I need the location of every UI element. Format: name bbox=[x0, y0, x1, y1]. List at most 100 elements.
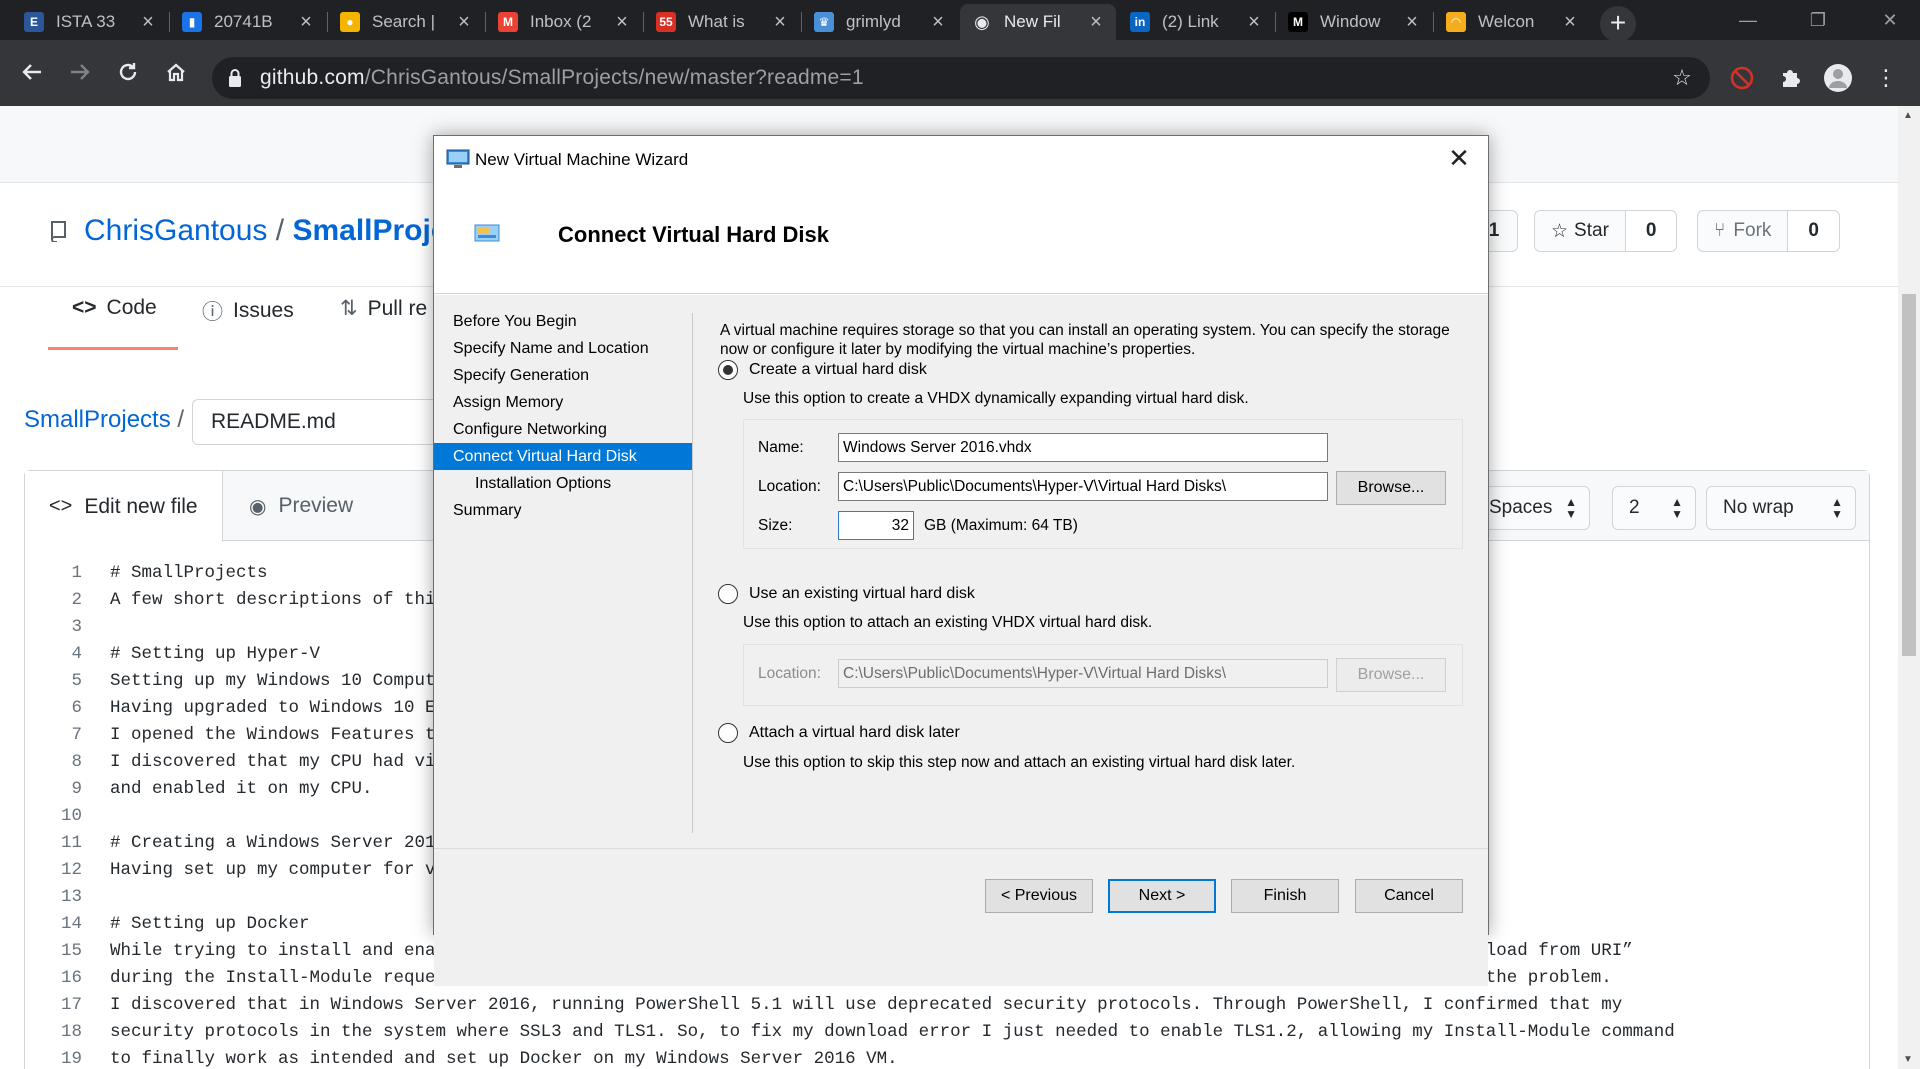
line-number: 10 bbox=[60, 806, 82, 826]
browser-tab[interactable]: E ISTA 33 × bbox=[12, 4, 168, 40]
browser-tab[interactable]: ◠ Welcon × bbox=[1434, 4, 1590, 40]
line-number: 11 bbox=[60, 833, 82, 853]
tab-issues[interactable]: ⓘ Issues bbox=[202, 296, 294, 326]
indent-size-select[interactable]: 2 ▲ ▼ bbox=[1612, 486, 1696, 530]
code-line[interactable]: 17 I discovered that in Windows Server 20… bbox=[44, 992, 1864, 1019]
previous-button[interactable]: < Previous bbox=[985, 879, 1093, 913]
tab-close-icon[interactable]: × bbox=[770, 11, 790, 34]
profile-avatar[interactable] bbox=[1822, 62, 1854, 94]
code-line[interactable]: 19 to finally work as intended and set up… bbox=[44, 1046, 1864, 1069]
finish-button[interactable]: Finish bbox=[1231, 879, 1339, 913]
radio-attach-later[interactable]: Attach a virtual hard disk later bbox=[718, 723, 960, 743]
browser-tab[interactable]: ♛ grimlyd × bbox=[802, 4, 958, 40]
tab-close-icon[interactable]: × bbox=[454, 11, 474, 34]
tab-code[interactable]: <> Code bbox=[72, 296, 157, 320]
tab-close-icon[interactable]: × bbox=[296, 11, 316, 34]
code-line[interactable]: 18 security protocols in the system where… bbox=[44, 1019, 1864, 1046]
line-text: Having upgraded to Windows 10 Edu bbox=[110, 698, 457, 718]
wizard-body: Before You Begin Specify Name and Locatio… bbox=[434, 295, 1488, 986]
wizard-step[interactable]: Before You Begin bbox=[434, 308, 692, 335]
tab-edit-file[interactable]: <> Edit new file bbox=[25, 471, 223, 542]
star-count[interactable]: 0 bbox=[1624, 211, 1677, 251]
radio-button[interactable] bbox=[718, 584, 738, 604]
tab-issues-label: Issues bbox=[233, 299, 294, 322]
attach-later-description: Use this option to skip this step now an… bbox=[743, 754, 1296, 771]
vhd-location-input[interactable] bbox=[838, 472, 1328, 501]
browser-tab[interactable]: M Inbox (2 × bbox=[486, 4, 642, 40]
cancel-button[interactable]: Cancel bbox=[1355, 879, 1463, 913]
wizard-step[interactable]: Specify Generation bbox=[434, 362, 692, 389]
wizard-step[interactable]: Connect Virtual Hard Disk bbox=[434, 443, 692, 470]
watch-count-value: 1 bbox=[1488, 220, 1500, 241]
vhd-name-input[interactable] bbox=[838, 433, 1328, 462]
browser-tab[interactable]: 55 What is × bbox=[644, 4, 800, 40]
dialog-titlebar[interactable]: New Virtual Machine Wizard ✕ bbox=[434, 136, 1488, 182]
filename-input[interactable] bbox=[192, 399, 452, 445]
tab-close-icon[interactable]: × bbox=[1560, 11, 1580, 34]
wizard-header: Connect Virtual Hard Disk bbox=[434, 182, 1488, 294]
browse-button[interactable]: Browse... bbox=[1336, 471, 1446, 505]
minimize-icon[interactable]: — bbox=[1720, 0, 1776, 40]
wizard-step[interactable]: Assign Memory bbox=[434, 389, 692, 416]
close-icon[interactable]: ✕ bbox=[1444, 144, 1474, 174]
tab-close-icon[interactable]: × bbox=[612, 11, 632, 34]
existing-browse-button[interactable]: Browse... bbox=[1336, 658, 1446, 692]
close-window-icon[interactable]: ✕ bbox=[1862, 0, 1918, 40]
radio-create-vhd[interactable]: Create a virtual hard disk bbox=[718, 360, 927, 380]
breadcrumb-repo-link[interactable]: SmallProjects bbox=[24, 406, 171, 433]
radio-existing-vhd[interactable]: Use an existing virtual hard disk bbox=[718, 584, 975, 604]
tab-close-icon[interactable]: × bbox=[1086, 11, 1106, 34]
fork-button[interactable]: ⑂ Fork 0 bbox=[1697, 210, 1840, 252]
page-scrollbar[interactable]: ▲ ▼ bbox=[1898, 106, 1920, 1069]
line-text: I discovered that in Windows Server 2016… bbox=[110, 995, 1623, 1015]
tab-preview[interactable]: ◉ Preview bbox=[225, 471, 377, 541]
create-vhd-group: Name: Location: Browse... Size: GB (Maxi… bbox=[743, 419, 1463, 549]
back-icon[interactable] bbox=[14, 54, 50, 90]
wizard-step[interactable]: Installation Options bbox=[434, 470, 692, 497]
fork-count[interactable]: 0 bbox=[1787, 211, 1839, 251]
line-number: 9 bbox=[71, 779, 82, 799]
forward-icon[interactable] bbox=[62, 54, 98, 90]
tab-close-icon[interactable]: × bbox=[138, 11, 158, 34]
url-text[interactable]: github.com/ChrisGantous/SmallProjects/ne… bbox=[260, 66, 864, 90]
line-number: 16 bbox=[60, 968, 82, 988]
browser-tab[interactable]: ▮ 20741B × bbox=[170, 4, 326, 40]
tab-close-icon[interactable]: × bbox=[928, 11, 948, 34]
bookmark-star-icon[interactable]: ☆ bbox=[1666, 62, 1698, 94]
browser-menu-icon[interactable]: ⋮ bbox=[1870, 62, 1902, 94]
repo-owner-link[interactable]: ChrisGantous bbox=[84, 214, 267, 247]
wizard-step[interactable]: Summary bbox=[434, 497, 692, 524]
star-button[interactable]: ☆ Star 0 bbox=[1534, 210, 1678, 252]
existing-location-input[interactable] bbox=[838, 659, 1328, 688]
browser-tab[interactable]: ◉ New Fil × bbox=[960, 4, 1116, 40]
tab-close-icon[interactable]: × bbox=[1244, 11, 1264, 34]
wizard-step[interactable]: Configure Networking bbox=[434, 416, 692, 443]
scrollbar-thumb[interactable] bbox=[1902, 294, 1916, 656]
radio-button[interactable] bbox=[718, 723, 738, 743]
tab-pull-requests[interactable]: ⇅ Pull re bbox=[340, 296, 427, 321]
vhd-size-input[interactable] bbox=[838, 511, 914, 540]
wrap-mode-select[interactable]: No wrap ▲ ▼ bbox=[1706, 486, 1856, 530]
tab-title: (2) Link bbox=[1162, 12, 1219, 31]
select-arrows-icon: ▲ ▼ bbox=[1565, 495, 1577, 521]
browser-tab[interactable]: in (2) Link × bbox=[1118, 4, 1274, 40]
tab-close-icon[interactable]: × bbox=[1402, 11, 1422, 34]
browser-tab[interactable]: M Window × bbox=[1276, 4, 1432, 40]
create-vhd-description: Use this option to create a VHDX dynamic… bbox=[743, 390, 1249, 407]
new-tab-button[interactable]: + bbox=[1600, 6, 1636, 42]
wizard-step[interactable]: Specify Name and Location bbox=[434, 335, 692, 362]
line-text: security protocols in the system where S… bbox=[110, 1022, 1675, 1042]
home-icon[interactable] bbox=[158, 54, 194, 90]
next-button[interactable]: Next > bbox=[1108, 879, 1216, 913]
tab-strip: E ISTA 33 × ▮ 20741B × ● Search | × M Inbox (2 × 55 W… bbox=[0, 0, 1920, 42]
extension-blocker-icon[interactable] bbox=[1726, 62, 1758, 94]
reload-icon[interactable] bbox=[110, 54, 146, 90]
extensions-puzzle-icon[interactable] bbox=[1774, 62, 1806, 94]
browser-tab[interactable]: ● Search | × bbox=[328, 4, 484, 40]
scroll-up-icon[interactable]: ▲ bbox=[1903, 110, 1913, 121]
indent-mode-select[interactable]: Spaces ▲ ▼ bbox=[1472, 486, 1590, 530]
restore-icon[interactable]: ❐ bbox=[1790, 0, 1846, 40]
scroll-down-icon[interactable]: ▼ bbox=[1903, 1054, 1913, 1065]
radio-button-selected[interactable] bbox=[718, 360, 738, 380]
select-arrows-icon: ▲ ▼ bbox=[1831, 495, 1843, 521]
